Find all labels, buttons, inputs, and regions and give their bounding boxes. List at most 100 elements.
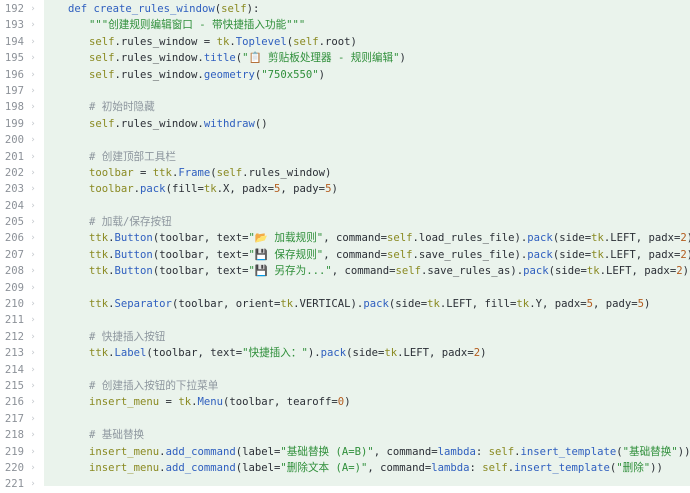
code-lines[interactable]: 192 › def create_rules_window(self): 193 › ""…: [0, 1, 690, 493]
code-line[interactable]: 219 › insert_menu.add_command(label="基础替换 …: [0, 444, 690, 460]
code-line[interactable]: 218 › # 基础替换: [0, 427, 690, 443]
fold-chevron-icon[interactable]: ›: [26, 296, 40, 312]
code-token: tk: [203, 183, 217, 196]
code-line[interactable]: 202 › toolbar = ttk.Frame(self.rules_windo…: [0, 165, 690, 181]
code-token: self: [89, 52, 115, 65]
fold-chevron-icon[interactable]: ›: [26, 280, 40, 296]
fold-chevron-icon[interactable]: ›: [26, 50, 40, 66]
code-line[interactable]: 216 › insert_menu = tk.Menu(toolbar, tearo…: [0, 394, 690, 410]
code-token: pack: [527, 248, 553, 261]
fold-chevron-icon[interactable]: ›: [26, 378, 40, 394]
code-editor[interactable]: 192 › def create_rules_window(self): 193 › ""…: [0, 0, 690, 490]
code-line[interactable]: 206 › ttk.Button(toolbar, text="📂 加载规则", c…: [0, 230, 690, 246]
code-token: =: [159, 396, 179, 409]
code-line[interactable]: 193 › """创建规则编辑窗口 - 带快捷插入功能""": [0, 17, 690, 33]
line-number: 206: [4, 232, 24, 245]
fold-chevron-icon[interactable]: ›: [26, 263, 40, 279]
code-text: """创建规则编辑窗口 - 带快捷插入功能""": [89, 17, 305, 33]
code-line[interactable]: 208 › ttk.Button(toolbar, text="💾 另存为...",…: [0, 263, 690, 279]
fold-chevron-icon[interactable]: ›: [26, 345, 40, 361]
fold-chevron-icon[interactable]: ›: [26, 198, 40, 214]
line-number: 205: [4, 216, 24, 229]
code-line[interactable]: 205 › # 加载/保存按钮: [0, 214, 690, 230]
code-token: pack: [523, 265, 549, 278]
code-line[interactable]: 203 › toolbar.pack(fill=tk.X, padx=5, pady…: [0, 181, 690, 197]
line-number: 207: [4, 248, 24, 261]
fold-chevron-icon[interactable]: ›: [26, 149, 40, 165]
code-line[interactable]: 197 ›: [0, 83, 690, 99]
fold-chevron-icon[interactable]: ›: [26, 460, 40, 476]
fold-chevron-icon[interactable]: ›: [26, 214, 40, 230]
fold-chevron-icon[interactable]: ›: [26, 411, 40, 427]
code-line[interactable]: 220 › insert_menu.add_command(label="删除文本 …: [0, 460, 690, 476]
fold-chevron-icon[interactable]: ›: [26, 116, 40, 132]
code-token: (side=: [388, 298, 428, 311]
code-line[interactable]: 199 › self.rules_window.withdraw(): [0, 116, 690, 132]
fold-chevron-icon[interactable]: ›: [26, 165, 40, 181]
code-line[interactable]: 196 › self.rules_window.geometry("750x550"…: [0, 67, 690, 83]
code-token: .rules_window): [242, 166, 332, 179]
code-token: .Y, padx=: [529, 298, 587, 311]
code-text: ttk.Button(toolbar, text="📂 加载规则", comma…: [89, 230, 690, 246]
code-token: ): [644, 298, 651, 311]
code-text: ttk.Button(toolbar, text="💾 保存规则", comma…: [89, 247, 690, 263]
fold-chevron-icon[interactable]: ›: [26, 83, 40, 99]
fold-chevron-icon[interactable]: ›: [26, 67, 40, 83]
code-line[interactable]: 212 › # 快捷插入按钮: [0, 329, 690, 345]
fold-chevron-icon[interactable]: ›: [26, 362, 40, 378]
code-line[interactable]: 211 ›: [0, 312, 690, 328]
fold-chevron-icon[interactable]: ›: [26, 476, 40, 492]
fold-chevron-icon[interactable]: ›: [26, 312, 40, 328]
line-number: 218: [4, 429, 24, 442]
code-line[interactable]: 221 ›: [0, 476, 690, 492]
code-text: insert_menu = tk.Menu(toolbar, tearoff=0…: [89, 394, 351, 410]
code-line[interactable]: 213 › ttk.Label(toolbar, text="快捷插入：").pac…: [0, 345, 690, 361]
fold-chevron-icon[interactable]: ›: [26, 1, 40, 17]
code-token: ttk: [89, 232, 109, 245]
code-token: toolbar: [89, 183, 134, 196]
code-line[interactable]: 200 ›: [0, 132, 690, 148]
fold-chevron-icon[interactable]: ›: [26, 329, 40, 345]
code-token: ttk: [89, 298, 109, 311]
fold-chevron-icon[interactable]: ›: [26, 34, 40, 50]
code-line[interactable]: 198 › # 初始时隐藏: [0, 99, 690, 115]
fold-chevron-icon[interactable]: ›: [26, 427, 40, 443]
code-line[interactable]: 210 › ttk.Separator(toolbar, orient=tk.VER…: [0, 296, 690, 312]
code-line[interactable]: 195 › self.rules_window.title("📋 剪贴板处理器 - …: [0, 50, 690, 66]
fold-chevron-icon[interactable]: ›: [26, 444, 40, 460]
code-token: (toolbar, text=: [146, 347, 243, 360]
fold-chevron-icon[interactable]: ›: [26, 247, 40, 263]
line-number: 196: [4, 68, 24, 81]
line-number: 204: [4, 199, 24, 212]
code-token: insert_template: [514, 461, 610, 474]
code-token: .VERTICAL).: [293, 298, 364, 311]
code-line[interactable]: 192 › def create_rules_window(self):: [0, 1, 690, 17]
code-token: Button: [114, 248, 153, 261]
code-token: "快捷插入：": [242, 347, 308, 360]
code-token: Label: [114, 347, 147, 360]
code-token: (side=: [346, 347, 385, 360]
code-token: ttk: [89, 248, 109, 261]
code-line[interactable]: 201 › # 创建顶部工具栏: [0, 149, 690, 165]
code-line[interactable]: 207 › ttk.Button(toolbar, text="💾 保存规则", c…: [0, 247, 690, 263]
code-token: title: [203, 52, 236, 65]
code-line[interactable]: 209 ›: [0, 280, 690, 296]
code-line[interactable]: 217 ›: [0, 411, 690, 427]
code-line[interactable]: 204 ›: [0, 198, 690, 214]
code-token: (label=: [235, 461, 281, 474]
fold-chevron-icon[interactable]: ›: [26, 394, 40, 410]
fold-chevron-icon[interactable]: ›: [26, 99, 40, 115]
code-token: .rules_window =: [114, 35, 217, 48]
code-line[interactable]: 194 › self.rules_window = tk.Toplevel(self…: [0, 34, 690, 50]
fold-chevron-icon[interactable]: ›: [26, 132, 40, 148]
code-token: .X, padx=: [216, 183, 275, 196]
code-line[interactable]: 214 ›: [0, 362, 690, 378]
line-number: 195: [4, 52, 24, 65]
code-token: .rules_window.: [114, 52, 204, 65]
fold-chevron-icon[interactable]: ›: [26, 181, 40, 197]
code-line[interactable]: 215 › # 创建插入按钮的下拉菜单: [0, 378, 690, 394]
fold-chevron-icon[interactable]: ›: [26, 17, 40, 33]
line-number: 214: [4, 363, 24, 376]
code-token: ): [399, 52, 406, 65]
fold-chevron-icon[interactable]: ›: [26, 230, 40, 246]
